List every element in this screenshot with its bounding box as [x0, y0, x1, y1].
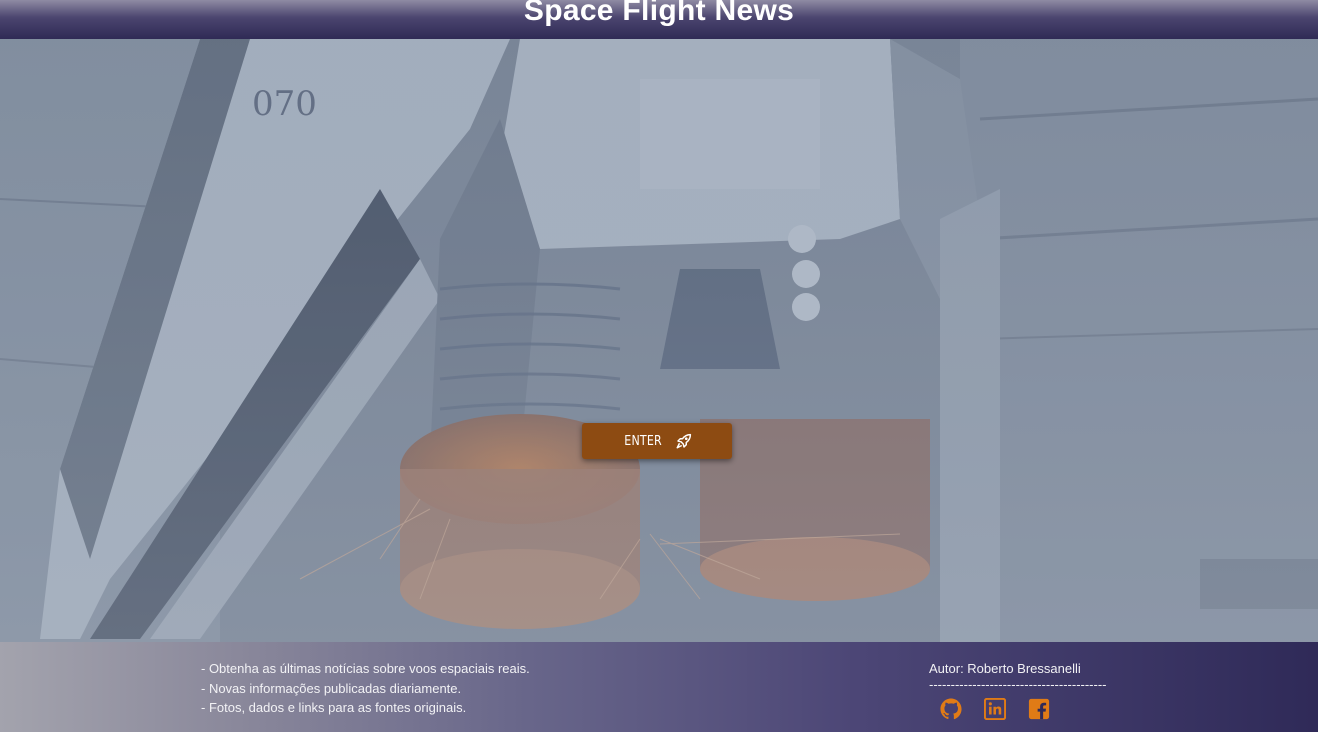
linkedin-icon — [983, 697, 1007, 721]
divider-text: ----------------------------------------… — [929, 678, 1107, 692]
facebook-link[interactable] — [1028, 698, 1050, 720]
facebook-icon — [1028, 698, 1050, 720]
footer: - Obtenha as últimas notícias sobre voos… — [0, 642, 1318, 732]
github-icon — [940, 698, 962, 720]
hero-section: 070 ENTER — [0, 39, 1318, 642]
author-block: Autor: Roberto Bressanelli -------------… — [929, 659, 1113, 692]
github-link[interactable] — [940, 698, 962, 720]
feature-list: - Obtenha as últimas notícias sobre voos… — [201, 659, 530, 718]
enter-button-label: ENTER — [624, 433, 662, 449]
rocket-icon — [675, 432, 693, 450]
page-title: Space Flight News — [523, 0, 795, 27]
header-bar: Space Flight News — [0, 0, 1318, 39]
author-name: Autor: Roberto Bressanelli — [929, 661, 1081, 676]
enter-button[interactable]: ENTER — [582, 423, 732, 459]
hero-background-image: 070 — [0, 39, 1318, 642]
feature-item: - Fotos, dados e links para as fontes or… — [201, 700, 467, 715]
linkedin-link[interactable] — [983, 697, 1007, 721]
feature-item: - Obtenha as últimas notícias sobre voos… — [201, 661, 530, 676]
feature-item: - Novas informações publicadas diariamen… — [201, 680, 462, 696]
social-links — [940, 697, 1050, 721]
